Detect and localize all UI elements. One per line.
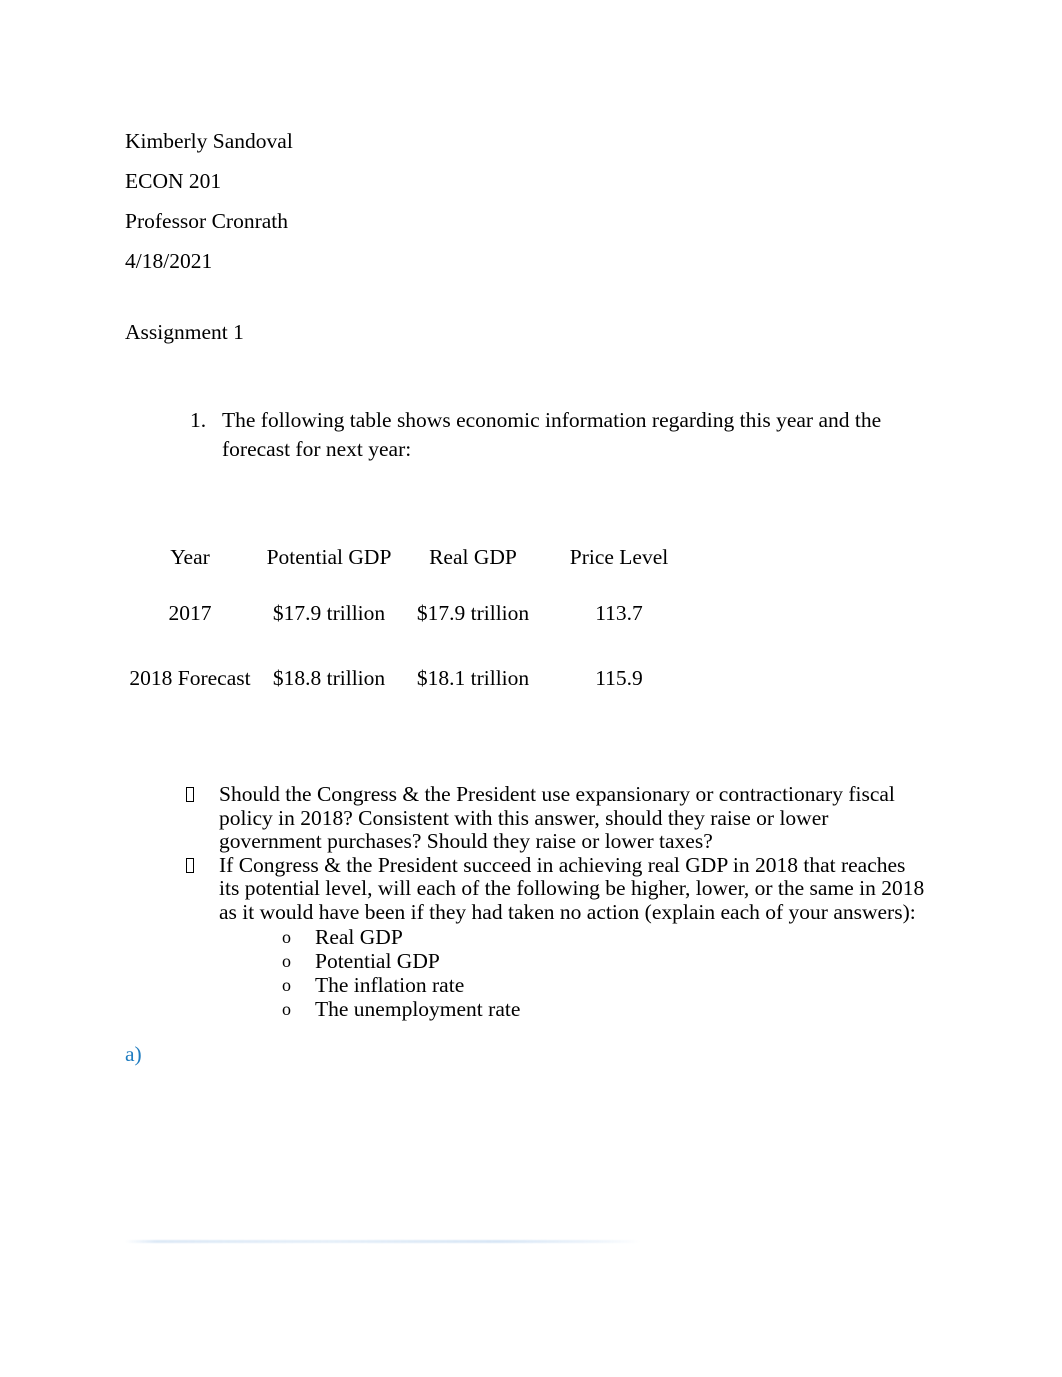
- circle-o-bullet-icon: o: [282, 974, 291, 995]
- sub-list-text-potential-gdp: Potential GDP: [315, 948, 440, 973]
- circle-o-bullet-icon: o: [282, 998, 291, 1019]
- circle-o-bullet-icon: o: [282, 950, 291, 971]
- column-header-potential-gdp: Potential GDP: [266, 544, 392, 569]
- tofu-box-bullet-icon: [186, 854, 219, 878]
- numbered-question-list: 1. The following table shows economic in…: [125, 406, 935, 464]
- sub-list-item-inflation-rate: o The inflation rate: [125, 973, 930, 997]
- bullet-text-fiscal-policy: Should the Congress & the President use …: [219, 782, 895, 854]
- document-page: Kimberly Sandoval ECON 201 Professor Cro…: [0, 0, 1062, 1377]
- sub-list-item-potential-gdp: o Potential GDP: [125, 949, 930, 973]
- column-header-price-level: Price Level: [569, 544, 669, 569]
- column-header-year: Year: [170, 544, 210, 569]
- sub-list-item-unemployment-rate: o The unemployment rate: [125, 997, 930, 1021]
- cell-real-gdp-2018: $18.1 trillion: [416, 666, 530, 690]
- question-text: The following table shows economic infor…: [222, 408, 882, 461]
- sub-question-bullet-list: Should the Congress & the President use …: [125, 782, 930, 1021]
- bullet-text-potential-level: If Congress & the President succeed in a…: [219, 852, 925, 924]
- document-header: Kimberly Sandoval ECON 201 Professor Cro…: [125, 121, 825, 281]
- tofu-box-bullet-icon: [186, 783, 219, 807]
- cell-year-2018: 2018 Forecast: [129, 666, 251, 690]
- header-line-course: ECON 201: [125, 169, 222, 193]
- cell-price-level-2018: 115.9: [595, 666, 643, 690]
- cell-real-gdp-2017: $17.9 trillion: [416, 601, 530, 625]
- table-row: 2017 $17.9 trillion $17.9 trillion 113.7: [125, 581, 695, 646]
- cell-price-level-2017: 113.7: [595, 601, 643, 625]
- question-number-marker: 1.: [190, 408, 207, 432]
- table-row: 2018 Forecast $18.8 trillion $18.1 trill…: [125, 646, 695, 711]
- assignment-title: Assignment 1: [125, 320, 244, 344]
- sub-list-item-real-gdp: o Real GDP: [125, 925, 930, 949]
- nested-sub-list: o Real GDP o Potential GDP o The inflati…: [125, 925, 930, 1021]
- cell-potential-gdp-2018: $18.8 trillion: [272, 666, 386, 690]
- table-header-row: Year Potential GDP Real GDP Price Level: [125, 533, 695, 581]
- cell-year-2017: 2017: [168, 601, 212, 625]
- circle-o-bullet-icon: o: [282, 926, 291, 947]
- header-line-name: Kimberly Sandoval: [125, 129, 293, 153]
- bullet-item-potential-level: If Congress & the President succeed in a…: [125, 852, 930, 925]
- cell-potential-gdp-2017: $17.9 trillion: [272, 601, 386, 625]
- sub-list-text-real-gdp: Real GDP: [315, 924, 403, 949]
- header-line-professor: Professor Cronrath: [125, 209, 289, 233]
- question-item-1: 1. The following table shows economic in…: [125, 406, 935, 464]
- economic-data-table: Year Potential GDP Real GDP Price Level …: [125, 533, 695, 711]
- answer-label-a: a): [125, 1042, 142, 1066]
- header-line-date: 4/18/2021: [125, 249, 213, 273]
- sub-list-text-inflation-rate: The inflation rate: [315, 972, 465, 997]
- column-header-real-gdp: Real GDP: [429, 544, 517, 569]
- bullet-item-fiscal-policy: Should the Congress & the President use …: [125, 782, 930, 854]
- bottom-divider-rule: [125, 1240, 641, 1243]
- sub-list-text-unemployment-rate: The unemployment rate: [315, 996, 521, 1021]
